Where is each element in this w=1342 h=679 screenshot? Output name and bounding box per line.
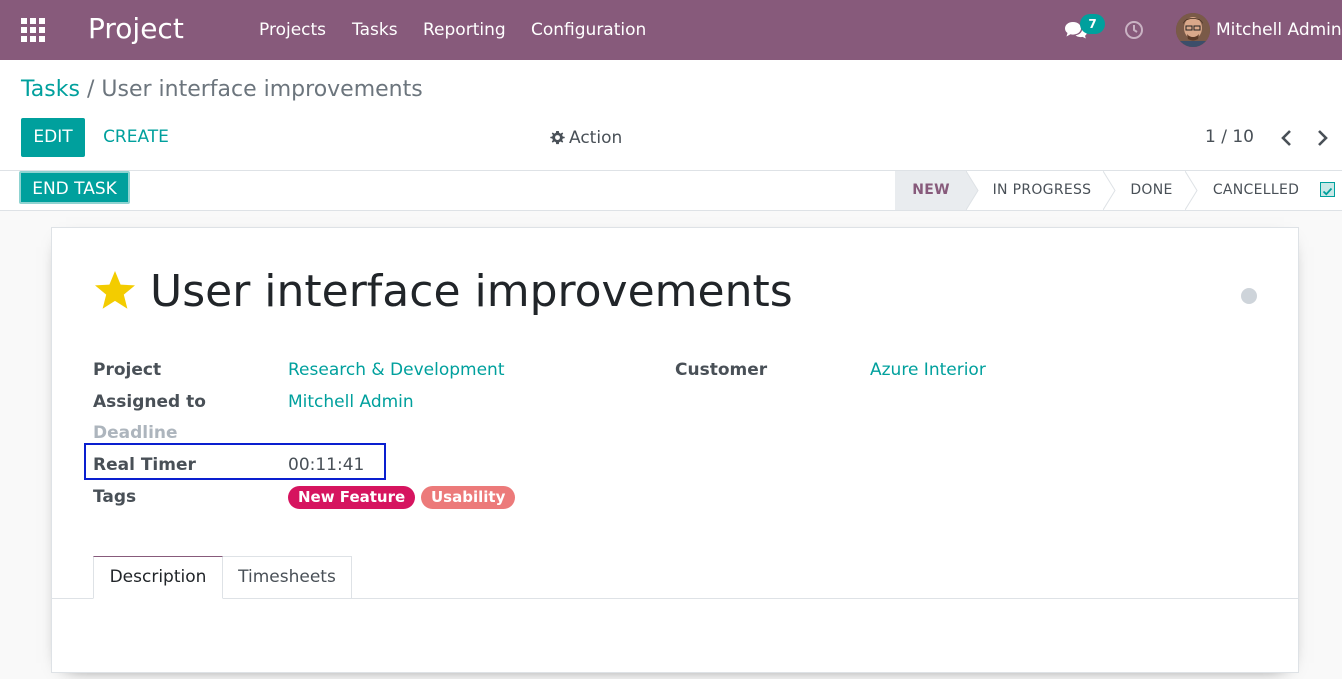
checkmark-icon bbox=[1322, 187, 1333, 196]
activity-clock-icon[interactable] bbox=[1123, 19, 1145, 41]
end-task-button[interactable]: END TASK bbox=[19, 171, 130, 204]
real-timer-label: Real Timer bbox=[93, 455, 196, 475]
assigned-to-label: Assigned to bbox=[93, 392, 206, 412]
menu-tasks[interactable]: Tasks bbox=[352, 18, 398, 42]
kanban-state-dot[interactable] bbox=[1241, 288, 1257, 304]
apps-grid-icon[interactable] bbox=[21, 18, 45, 42]
messages-count-badge: 7 bbox=[1080, 14, 1105, 34]
stage-checkbox[interactable] bbox=[1320, 182, 1335, 197]
stage-new[interactable]: NEW bbox=[895, 171, 967, 210]
tag-usability[interactable]: Usability bbox=[421, 486, 516, 509]
chevron-left-icon[interactable] bbox=[1278, 128, 1296, 148]
real-timer-value: 00:11:41 bbox=[288, 455, 365, 475]
stage-cancelled[interactable]: CANCELLED bbox=[1199, 171, 1313, 210]
tag-new-feature[interactable]: New Feature bbox=[288, 486, 416, 509]
app-brand[interactable]: Project bbox=[88, 12, 184, 46]
action-label: Action bbox=[569, 128, 623, 148]
form-sheet: User interface improvements Project Rese… bbox=[51, 227, 1299, 673]
task-title[interactable]: User interface improvements bbox=[150, 264, 793, 320]
chevron-right-icon[interactable] bbox=[1313, 128, 1331, 148]
project-label: Project bbox=[93, 360, 162, 380]
stage-in-progress[interactable]: IN PROGRESS bbox=[980, 171, 1104, 210]
avatar-portrait-icon bbox=[1176, 13, 1210, 47]
tab-description[interactable]: Description bbox=[93, 556, 223, 599]
menu-reporting[interactable]: Reporting bbox=[423, 18, 506, 42]
tags-label: Tags bbox=[93, 487, 137, 507]
top-navbar: Project Projects Tasks Reporting Configu… bbox=[0, 0, 1342, 60]
stage-done[interactable]: DONE bbox=[1117, 171, 1186, 210]
breadcrumb: Tasks / User interface improvements bbox=[21, 76, 423, 104]
action-dropdown[interactable]: Action bbox=[550, 126, 622, 150]
star-icon[interactable] bbox=[92, 268, 138, 314]
menu-projects[interactable]: Projects bbox=[259, 18, 326, 42]
assigned-to-value-link[interactable]: Mitchell Admin bbox=[288, 390, 414, 414]
gear-icon bbox=[550, 130, 565, 145]
edit-button[interactable]: EDIT bbox=[21, 118, 85, 157]
user-avatar[interactable] bbox=[1176, 13, 1210, 47]
customer-label: Customer bbox=[675, 360, 768, 380]
tab-timesheets[interactable]: Timesheets bbox=[222, 556, 352, 598]
form-statusbar: END TASK NEW IN PROGRESS DONE CANCELLED bbox=[0, 171, 1342, 211]
user-name[interactable]: Mitchell Admin bbox=[1216, 18, 1342, 42]
breadcrumb-current: User interface improvements bbox=[101, 77, 423, 102]
pager-value[interactable]: 1 / 10 bbox=[1205, 125, 1254, 149]
control-panel: Tasks / User interface improvements EDIT… bbox=[0, 60, 1342, 171]
customer-value-link[interactable]: Azure Interior bbox=[870, 358, 986, 382]
breadcrumb-separator: / bbox=[86, 77, 95, 102]
menu-configuration[interactable]: Configuration bbox=[531, 18, 646, 42]
create-button[interactable]: CREATE bbox=[98, 118, 174, 157]
breadcrumb-tasks-link[interactable]: Tasks bbox=[21, 77, 80, 102]
tabs-divider bbox=[52, 598, 1298, 599]
deadline-label: Deadline bbox=[93, 423, 178, 443]
project-value-link[interactable]: Research & Development bbox=[288, 358, 504, 382]
